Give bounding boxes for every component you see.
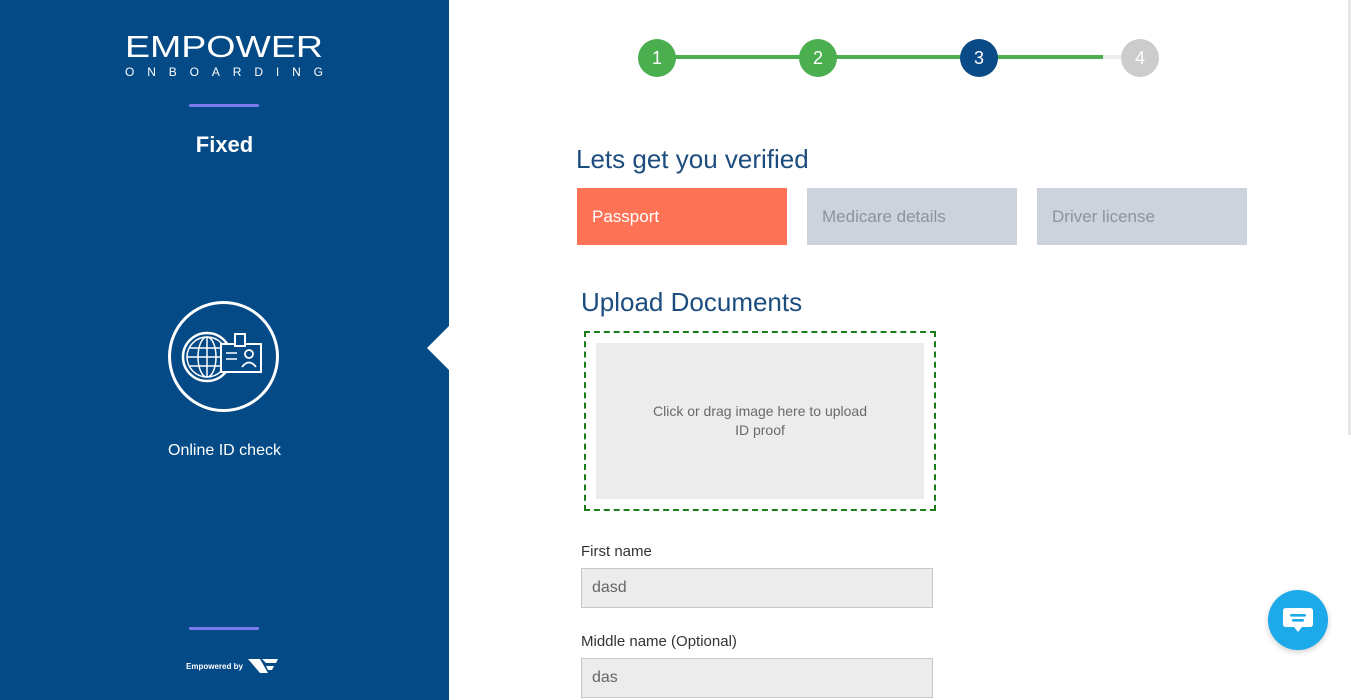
powered-by-label: Empowered by — [186, 661, 243, 671]
first-name-label: First name — [581, 543, 652, 560]
upload-dropzone-border: Click or drag image here to upload ID pr… — [584, 331, 936, 511]
middle-name-label: Middle name (Optional) — [581, 633, 737, 650]
middle-name-field[interactable] — [581, 658, 933, 698]
progress-line-pending — [979, 55, 1140, 59]
sidebar-pointer — [427, 326, 449, 370]
chat-button[interactable] — [1268, 590, 1328, 650]
page-title: Lets get you verified — [576, 144, 809, 174]
step-3[interactable]: 3 — [960, 39, 998, 77]
step-1[interactable]: 1 — [638, 39, 676, 77]
brand-logo: EMPOWER ONBOARDING — [125, 30, 323, 79]
brand-subtitle: ONBOARDING — [125, 65, 323, 79]
first-name-field[interactable] — [581, 568, 933, 608]
powered-by: Empowered by — [186, 655, 280, 677]
sidebar-divider-bottom — [189, 627, 259, 630]
upload-hint-line2: ID proof — [735, 422, 785, 438]
chat-icon — [1283, 608, 1313, 632]
upload-hint-line1: Click or drag image here to upload — [652, 403, 867, 419]
upload-dropzone[interactable]: Click or drag image here to upload ID pr… — [596, 343, 924, 499]
brand-name: EMPOWER — [125, 30, 323, 64]
step-2[interactable]: 2 — [799, 39, 837, 77]
online-id-check-icon — [168, 301, 279, 412]
tab-passport[interactable]: Passport — [577, 188, 787, 245]
sidebar-divider-top — [189, 104, 259, 107]
powered-by-logo — [247, 659, 278, 673]
current-step-label: Online ID check — [168, 442, 281, 459]
tab-medicare-details[interactable]: Medicare details — [807, 188, 1017, 245]
plan-title: Fixed — [195, 132, 254, 157]
step-4[interactable]: 4 — [1121, 39, 1159, 77]
sidebar: EMPOWER ONBOARDING Fixed Online ID check… — [0, 0, 449, 700]
tab-driver-license[interactable]: Driver license — [1037, 188, 1247, 245]
upload-title: Upload Documents — [581, 287, 803, 317]
